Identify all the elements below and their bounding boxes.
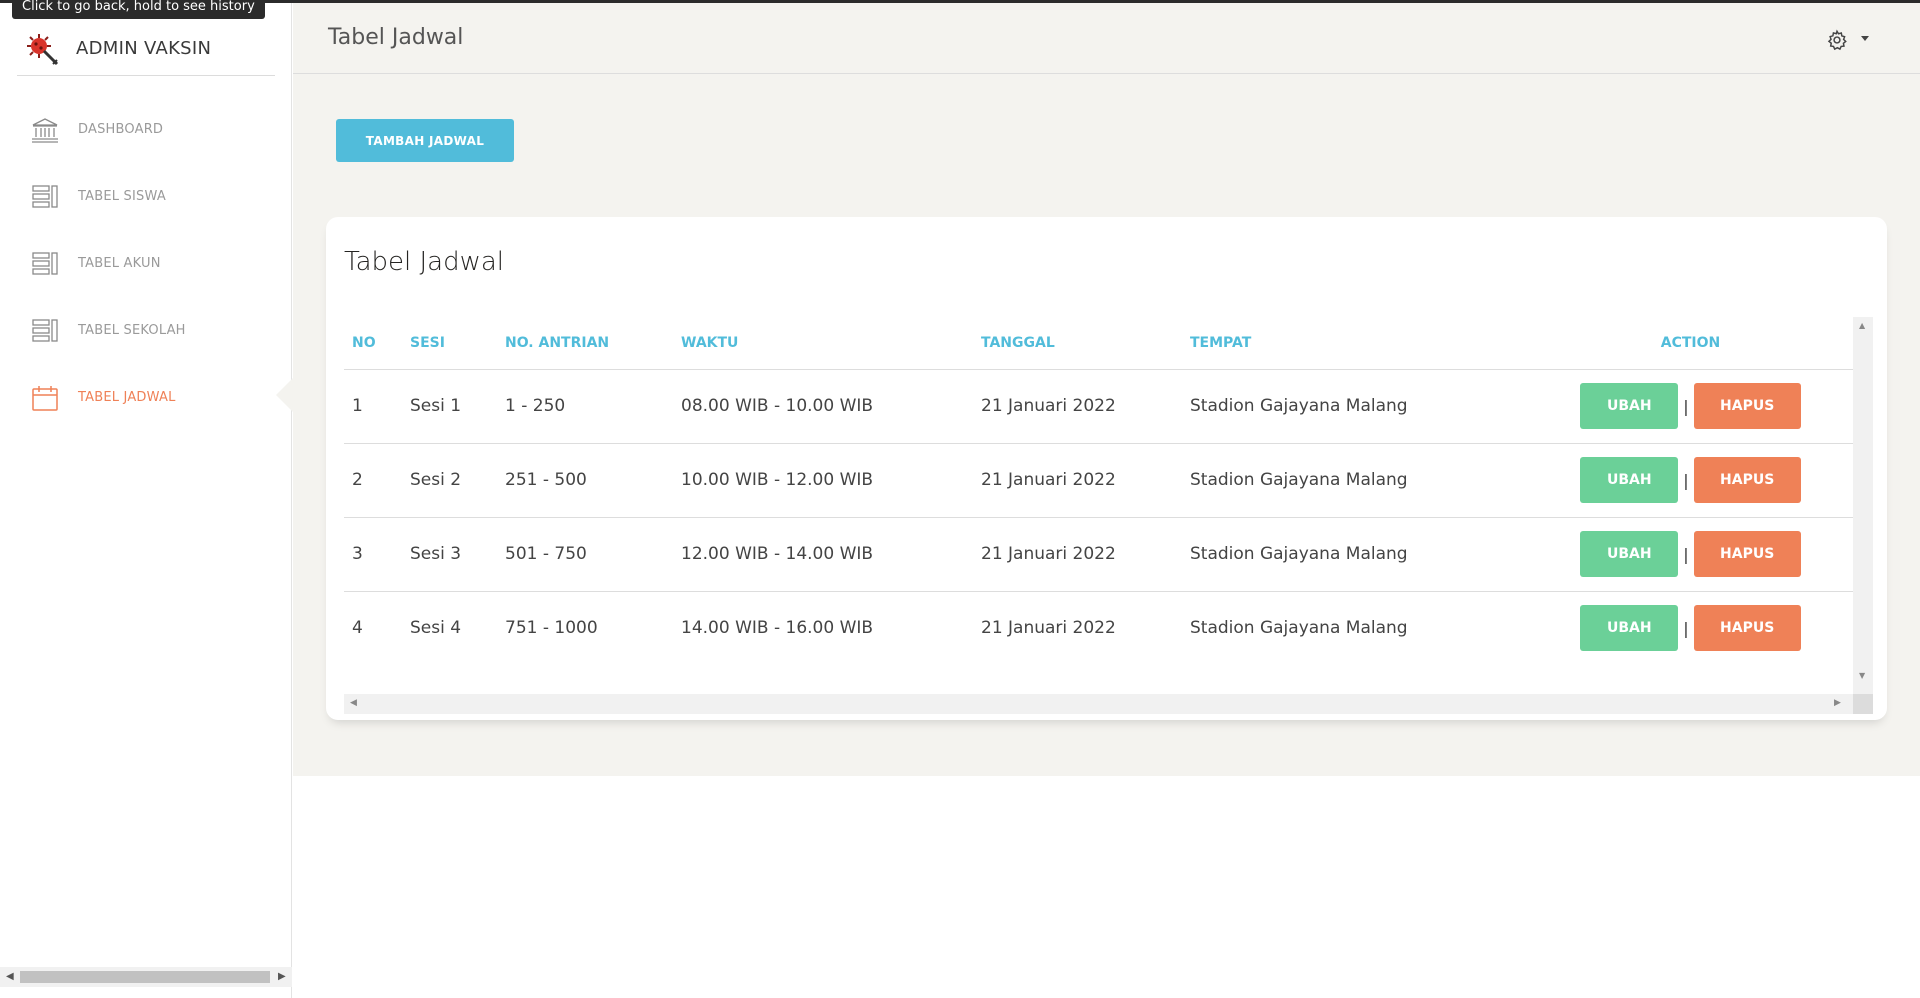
scroll-down-arrow-icon[interactable]: ▼ <box>1859 671 1865 680</box>
cell-waktu: 12.00 WIB - 14.00 WIB <box>673 517 973 592</box>
main-panel: Tabel Jadwal TAMBAH JADWAL Tabel Jadwal … <box>293 3 1920 998</box>
column-header-no: NO <box>344 317 402 370</box>
table-list-icon <box>30 249 60 279</box>
sidebar-item-tabel-sekolah[interactable]: TABEL SEKOLAH <box>0 297 292 364</box>
sidebar-item-tabel-jadwal[interactable]: TABEL JADWAL <box>0 364 292 431</box>
column-header-tempat: TEMPAT <box>1182 317 1528 370</box>
chevron-down-icon[interactable] <box>1861 36 1869 41</box>
brand[interactable]: ADMIN VAKSIN <box>24 21 264 76</box>
table-row: 3 Sesi 3 501 - 750 12.00 WIB - 14.00 WIB… <box>344 517 1853 592</box>
table-row: 1 Sesi 1 1 - 250 08.00 WIB - 10.00 WIB 2… <box>344 369 1853 444</box>
scrollbar-corner <box>1853 694 1873 714</box>
edit-button[interactable]: UBAH <box>1580 531 1679 577</box>
cell-waktu: 14.00 WIB - 16.00 WIB <box>681 618 874 639</box>
cell-tanggal: 21 Januari 2022 <box>981 618 1116 639</box>
scroll-up-arrow-icon[interactable]: ▲ <box>1859 321 1865 330</box>
cell-waktu: 08.00 WIB - 10.00 WIB <box>673 369 973 444</box>
cell-no: 3 <box>344 517 402 592</box>
cell-no: 1 <box>344 369 402 444</box>
sidebar-nav: DASHBOARD TABEL SISWA TABEL AKUN TABEL S… <box>0 96 292 431</box>
cell-antrian: 751 - 1000 <box>505 618 598 639</box>
virus-syringe-logo-icon <box>27 33 59 65</box>
table-row: 2 Sesi 2 251 - 500 10.00 WIB - 12.00 WIB… <box>344 443 1853 518</box>
cell-no: 4 <box>352 618 363 639</box>
sidebar-item-label: TABEL SISWA <box>78 189 166 204</box>
scroll-left-arrow-icon[interactable]: ◀ <box>6 971 14 982</box>
edit-button[interactable]: UBAH <box>1580 605 1679 652</box>
add-schedule-button[interactable]: TAMBAH JADWAL <box>336 119 514 162</box>
delete-button[interactable]: HAPUS <box>1693 383 1801 429</box>
cell-tanggal: 21 Januari 2022 <box>973 443 1182 518</box>
scroll-left-arrow-icon[interactable]: ◀ <box>350 698 357 708</box>
cell-no: 2 <box>344 443 402 518</box>
calendar-icon <box>30 383 60 413</box>
cell-action: UBAH | HAPUS <box>1528 517 1853 592</box>
action-separator: | <box>1683 396 1689 416</box>
cell-tempat: Stadion Gajayana Malang <box>1182 369 1528 444</box>
cell-waktu: 10.00 WIB - 12.00 WIB <box>673 443 973 518</box>
sidebar-item-label: TABEL JADWAL <box>78 390 176 405</box>
schedule-card: Tabel Jadwal NO SESI NO. ANTRIAN WAKTU T… <box>326 217 1887 720</box>
cell-tempat: Stadion Gajayana Malang <box>1182 443 1528 518</box>
scroll-right-arrow-icon[interactable]: ▶ <box>278 971 286 982</box>
sidebar-item-tabel-akun[interactable]: TABEL AKUN <box>0 230 292 297</box>
active-item-caret <box>276 378 293 412</box>
cell-antrian: 251 - 500 <box>497 443 673 518</box>
cell-tempat: Stadion Gajayana Malang <box>1182 517 1528 592</box>
table-row: 4 Sesi 4 751 - 1000 14.00 WIB - 16.00 WI… <box>344 591 1853 665</box>
delete-button[interactable]: HAPUS <box>1693 531 1801 577</box>
column-header-waktu: WAKTU <box>673 317 973 370</box>
action-separator: | <box>1683 544 1689 564</box>
cell-sesi: Sesi 1 <box>402 369 497 444</box>
table-list-icon <box>30 182 60 212</box>
table-list-icon <box>30 316 60 346</box>
sidebar-item-label: TABEL SEKOLAH <box>78 323 186 338</box>
cell-tempat: Stadion Gajayana Malang <box>1190 618 1408 639</box>
brand-divider <box>17 75 275 76</box>
delete-button[interactable]: HAPUS <box>1693 457 1801 503</box>
page-title: Tabel Jadwal <box>328 25 464 50</box>
card-title: Tabel Jadwal <box>344 247 505 277</box>
gear-icon[interactable] <box>1826 29 1848 51</box>
column-header-action: ACTION <box>1528 317 1853 370</box>
column-header-tanggal: TANGGAL <box>973 317 1182 370</box>
schedule-table: NO SESI NO. ANTRIAN WAKTU TANGGAL TEMPAT… <box>344 317 1853 665</box>
sidebar-item-label: DASHBOARD <box>78 122 164 137</box>
column-header-antrian: NO. ANTRIAN <box>497 317 673 370</box>
sidebar-item-label: TABEL AKUN <box>78 256 161 271</box>
back-tooltip: Click to go back, hold to see history <box>12 0 265 19</box>
column-header-sesi: SESI <box>402 317 497 370</box>
cell-action: UBAH | HAPUS <box>1528 591 1853 665</box>
cell-sesi: Sesi 2 <box>402 443 497 518</box>
action-separator: | <box>1683 470 1689 490</box>
cell-action: UBAH | HAPUS <box>1528 443 1853 518</box>
brand-title: ADMIN VAKSIN <box>76 38 212 59</box>
table-container: NO SESI NO. ANTRIAN WAKTU TANGGAL TEMPAT… <box>344 317 1853 681</box>
sidebar-item-tabel-siswa[interactable]: TABEL SISWA <box>0 163 292 230</box>
bank-icon <box>30 115 60 145</box>
cell-antrian: 1 - 250 <box>497 369 673 444</box>
edit-button[interactable]: UBAH <box>1580 457 1679 503</box>
scrollbar-thumb[interactable] <box>20 971 270 983</box>
sidebar-item-dashboard[interactable]: DASHBOARD <box>0 96 292 163</box>
cell-sesi: Sesi 4 <box>410 618 462 639</box>
cell-action: UBAH | HAPUS <box>1528 369 1853 444</box>
table-horizontal-scrollbar[interactable]: ◀ ▶ <box>344 694 1873 714</box>
scroll-right-arrow-icon[interactable]: ▶ <box>1834 698 1841 708</box>
edit-button[interactable]: UBAH <box>1580 383 1679 429</box>
cell-tanggal: 21 Januari 2022 <box>973 369 1182 444</box>
delete-button[interactable]: HAPUS <box>1693 605 1801 652</box>
sidebar-horizontal-scrollbar[interactable]: ◀ ▶ <box>0 967 292 987</box>
table-header-row: NO SESI NO. ANTRIAN WAKTU TANGGAL TEMPAT… <box>344 317 1853 370</box>
sidebar: ADMIN VAKSIN DASHBOARD TABEL SISWA TABEL… <box>0 3 292 998</box>
cell-sesi: Sesi 3 <box>402 517 497 592</box>
cell-antrian: 501 - 750 <box>497 517 673 592</box>
cell-tanggal: 21 Januari 2022 <box>973 517 1182 592</box>
action-separator: | <box>1683 618 1689 638</box>
top-navbar: Tabel Jadwal <box>293 3 1920 74</box>
table-vertical-scrollbar[interactable]: ▲ ▼ <box>1853 317 1873 694</box>
